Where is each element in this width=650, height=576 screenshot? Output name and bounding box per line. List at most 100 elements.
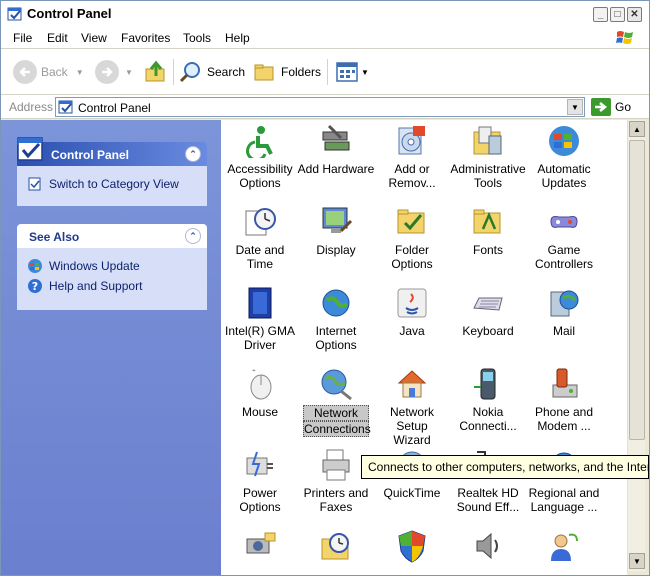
forward-dropdown-icon: ▼ — [125, 67, 133, 77]
menu-file[interactable]: File — [13, 31, 32, 45]
automatic-updates-icon — [549, 126, 579, 156]
control-panel-task-panel: Control Panel ⌃ Switch to Category View — [17, 137, 207, 206]
menu-favorites[interactable]: Favorites — [121, 31, 170, 45]
control-panel-panel-body: Switch to Category View — [17, 166, 207, 206]
date-and-time-icon — [245, 208, 276, 236]
switch-to-category-view-link[interactable]: Switch to Category View — [27, 174, 197, 194]
views-icon — [336, 62, 358, 82]
menu-view[interactable]: View — [81, 31, 107, 45]
address-input[interactable]: Control Panel ▼ — [55, 97, 585, 117]
toolbar-separator — [173, 59, 174, 85]
search-button[interactable]: Search — [179, 58, 245, 86]
menu-help[interactable]: Help — [225, 31, 250, 45]
sounds-and-audio-devices-item[interactable] — [449, 529, 527, 567]
go-button[interactable]: Go — [591, 97, 631, 117]
administrative-tools-item[interactable]: Administrative Tools — [449, 124, 527, 190]
help-and-support-link[interactable]: ? Help and Support — [27, 276, 197, 296]
accessibility-options-item[interactable]: Accessibility Options — [221, 124, 299, 190]
close-icon: ✕ — [630, 9, 639, 20]
views-dropdown-icon: ▼ — [361, 67, 369, 77]
intel-gma-driver-item[interactable]: Intel(R) GMA Driver — [221, 286, 299, 352]
fonts-icon — [473, 209, 501, 234]
power-options-icon — [246, 451, 273, 477]
scheduled-tasks-item[interactable] — [297, 529, 375, 567]
security-center-item[interactable] — [373, 529, 451, 567]
mail-item[interactable]: Mail — [525, 286, 603, 338]
views-button[interactable]: ▼ — [335, 58, 369, 86]
folder-options-icon — [397, 209, 425, 234]
vertical-scrollbar[interactable]: ▲ ▼ — [627, 120, 645, 571]
control-panel-window: Control Panel _ □ ✕ File Edit View Favor… — [0, 0, 650, 576]
mouse-item[interactable]: Mouse — [221, 367, 299, 419]
address-dropdown-button[interactable]: ▼ — [567, 99, 583, 115]
see-also-panel-header[interactable]: See Also ⌃ — [17, 224, 207, 248]
folders-button[interactable]: Folders — [253, 58, 321, 86]
phone-and-modem-item[interactable]: Phone and Modem ... — [525, 367, 603, 433]
game-controllers-item[interactable]: Game Controllers — [525, 205, 603, 271]
close-button[interactable]: ✕ — [627, 7, 642, 22]
windows-update-icon — [28, 259, 42, 273]
fonts-item[interactable]: Fonts — [449, 205, 527, 257]
add-remove-programs-icon — [398, 126, 425, 155]
speech-icon — [551, 533, 578, 561]
see-also-task-panel: See Also ⌃ Windows Update ? Help and Sup… — [17, 224, 207, 310]
scheduled-tasks-icon — [321, 533, 349, 560]
folder-options-item[interactable]: Folder Options — [373, 205, 451, 271]
control-panel-icon — [7, 7, 22, 21]
toolbar-separator — [327, 59, 328, 85]
internet-options-item[interactable]: Internet Options — [297, 286, 375, 352]
speech-item[interactable] — [525, 529, 603, 567]
keyboard-item[interactable]: Keyboard — [449, 286, 527, 338]
address-bar: Address Control Panel ▼ Go — [1, 95, 649, 119]
administrative-tools-icon — [473, 126, 502, 155]
add-hardware-item[interactable]: Add Hardware — [297, 124, 375, 176]
java-item[interactable]: Java — [373, 286, 451, 338]
help-icon: ? — [28, 279, 42, 293]
menu-tools[interactable]: Tools — [183, 31, 211, 45]
chevron-up-icon: ⌃ — [189, 230, 197, 241]
back-dropdown-icon: ▼ — [75, 67, 84, 77]
scroll-up-button[interactable]: ▲ — [629, 121, 645, 137]
control-panel-panel-header[interactable]: Control Panel ⌃ — [17, 137, 207, 166]
display-icon — [322, 207, 353, 233]
back-button[interactable]: Back ▼ — [13, 58, 84, 86]
task-pane: Control Panel ⌃ Switch to Category View … — [1, 120, 221, 575]
date-and-time-item[interactable]: Date and Time — [221, 205, 299, 271]
up-folder-button[interactable] — [144, 58, 168, 86]
address-value: Control Panel — [78, 101, 151, 115]
window-title: Control Panel — [27, 6, 112, 21]
add-or-remove-programs-item[interactable]: Add or Remov... — [373, 124, 451, 190]
phone-and-modem-icon — [552, 368, 578, 398]
control-panel-icon — [58, 100, 73, 114]
network-connections-item[interactable]: Network Connections — [303, 367, 371, 437]
display-item[interactable]: Display — [297, 205, 375, 257]
collapse-button[interactable]: ⌃ — [185, 146, 201, 162]
chevron-down-icon: ▼ — [633, 556, 641, 566]
windows-logo-icon — [616, 31, 633, 44]
power-options-item[interactable]: Power Options — [221, 448, 299, 514]
minimize-button[interactable]: _ — [593, 7, 608, 22]
nokia-connectivity-item[interactable]: Nokia Connecti... — [449, 367, 527, 433]
address-label: Address — [9, 100, 54, 114]
menu-edit[interactable]: Edit — [47, 31, 68, 45]
chevron-up-icon: ▲ — [633, 124, 641, 134]
automatic-updates-item[interactable]: Automatic Updates — [525, 124, 603, 190]
forward-button[interactable]: ▼ — [95, 58, 133, 86]
back-arrow-icon — [13, 60, 37, 84]
java-icon — [397, 288, 427, 318]
scroll-down-button[interactable]: ▼ — [629, 553, 645, 569]
up-folder-icon — [145, 60, 165, 82]
security-shield-icon — [398, 530, 426, 563]
scroll-thumb[interactable] — [629, 140, 645, 440]
network-setup-wizard-item[interactable]: Network Setup Wizard — [373, 367, 451, 447]
collapse-button[interactable]: ⌃ — [185, 228, 201, 244]
mail-icon — [550, 290, 579, 317]
forward-arrow-icon — [95, 60, 119, 84]
windows-update-link[interactable]: Windows Update — [27, 256, 197, 276]
mouse-icon — [250, 369, 272, 400]
scanner-camera-icon — [246, 532, 276, 554]
maximize-button[interactable]: □ — [610, 7, 625, 22]
folders-icon — [254, 64, 274, 81]
title-bar[interactable]: Control Panel _ □ ✕ — [1, 1, 649, 27]
scanners-and-cameras-item[interactable] — [221, 529, 299, 567]
